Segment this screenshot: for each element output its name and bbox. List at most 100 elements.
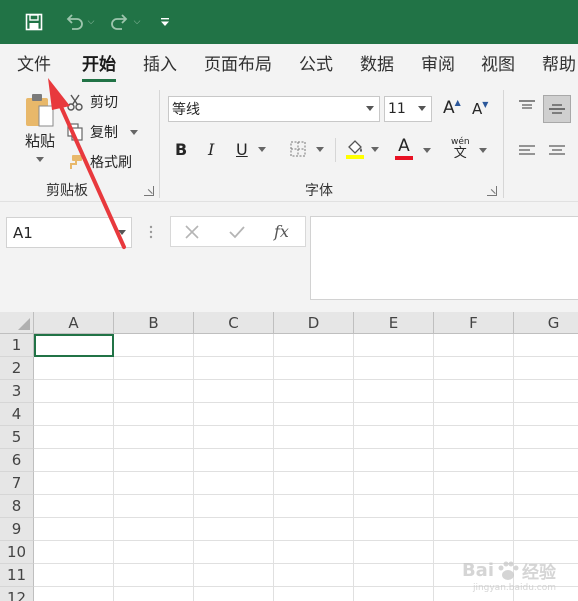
tab-page-layout[interactable]: 页面布局 — [204, 50, 272, 80]
tab-review[interactable]: 审阅 — [421, 50, 455, 80]
row-header-2[interactable]: 2 — [0, 357, 34, 380]
underline-button[interactable]: U — [236, 140, 266, 159]
cell-a7[interactable] — [34, 472, 114, 495]
name-box-dropdown-icon[interactable] — [118, 230, 126, 235]
cell-b1[interactable] — [114, 334, 194, 357]
cell-g2[interactable] — [514, 357, 578, 380]
undo-button[interactable]: ⌵ — [60, 10, 98, 34]
cell-e2[interactable] — [354, 357, 434, 380]
cancel-icon[interactable] — [185, 225, 199, 239]
cell-c11[interactable] — [194, 564, 274, 587]
cell-e11[interactable] — [354, 564, 434, 587]
formula-input[interactable] — [310, 216, 578, 300]
cell-d5[interactable] — [274, 426, 354, 449]
cell-g1[interactable] — [514, 334, 578, 357]
column-header-g[interactable]: G — [514, 312, 578, 334]
cell-b6[interactable] — [114, 449, 194, 472]
cell-c4[interactable] — [194, 403, 274, 426]
cell-d8[interactable] — [274, 495, 354, 518]
redo-dropdown-icon[interactable]: ⌵ — [134, 17, 141, 27]
cell-a3[interactable] — [34, 380, 114, 403]
column-header-d[interactable]: D — [274, 312, 354, 334]
undo-dropdown-icon[interactable]: ⌵ — [88, 17, 95, 27]
cell-e4[interactable] — [354, 403, 434, 426]
underline-dropdown-icon[interactable] — [257, 147, 266, 152]
row-header-3[interactable]: 3 — [0, 380, 34, 403]
cell-a4[interactable] — [34, 403, 114, 426]
column-header-f[interactable]: F — [434, 312, 514, 334]
save-button[interactable] — [22, 10, 46, 34]
cell-f5[interactable] — [434, 426, 514, 449]
row-header-9[interactable]: 9 — [0, 518, 34, 541]
font-size-dropdown-icon[interactable] — [418, 106, 426, 111]
cell-d11[interactable] — [274, 564, 354, 587]
clipboard-launcher-icon[interactable] — [144, 186, 154, 196]
column-header-c[interactable]: C — [194, 312, 274, 334]
cell-e7[interactable] — [354, 472, 434, 495]
cell-b9[interactable] — [114, 518, 194, 541]
cell-a12[interactable] — [34, 587, 114, 601]
cell-e9[interactable] — [354, 518, 434, 541]
cell-g6[interactable] — [514, 449, 578, 472]
cell-d7[interactable] — [274, 472, 354, 495]
cell-c9[interactable] — [194, 518, 274, 541]
cell-d6[interactable] — [274, 449, 354, 472]
cell-a8[interactable] — [34, 495, 114, 518]
copy-dropdown-icon[interactable] — [130, 129, 138, 135]
tab-formulas[interactable]: 公式 — [299, 50, 333, 80]
cell-e6[interactable] — [354, 449, 434, 472]
cell-a10[interactable] — [34, 541, 114, 564]
column-header-b[interactable]: B — [114, 312, 194, 334]
cell-f6[interactable] — [434, 449, 514, 472]
insert-function-button[interactable]: fx — [274, 222, 289, 241]
enter-icon[interactable] — [229, 225, 245, 239]
borders-dropdown-icon[interactable] — [316, 146, 324, 152]
fill-color-button[interactable] — [345, 138, 379, 160]
format-painter-button[interactable]: 格式刷 — [66, 152, 132, 172]
cell-f2[interactable] — [434, 357, 514, 380]
tab-home[interactable]: 开始 — [82, 50, 116, 82]
tab-help[interactable]: 帮助 — [542, 50, 576, 80]
align-left-button[interactable] — [516, 140, 538, 162]
cell-b10[interactable] — [114, 541, 194, 564]
middle-align-button[interactable] — [543, 95, 571, 123]
top-align-button[interactable] — [516, 96, 538, 118]
cell-a1[interactable] — [34, 334, 114, 357]
phonetic-dropdown-icon[interactable] — [479, 148, 487, 153]
cell-g7[interactable] — [514, 472, 578, 495]
cell-d2[interactable] — [274, 357, 354, 380]
row-header-8[interactable]: 8 — [0, 495, 34, 518]
cell-f8[interactable] — [434, 495, 514, 518]
font-size-select[interactable]: 11 — [384, 96, 432, 122]
row-header-5[interactable]: 5 — [0, 426, 34, 449]
cell-d10[interactable] — [274, 541, 354, 564]
font-launcher-icon[interactable] — [487, 186, 497, 196]
cell-a11[interactable] — [34, 564, 114, 587]
row-header-10[interactable]: 10 — [0, 541, 34, 564]
cell-e1[interactable] — [354, 334, 434, 357]
font-name-dropdown-icon[interactable] — [366, 106, 374, 111]
splitter-dots-icon[interactable] — [149, 224, 153, 240]
cell-a9[interactable] — [34, 518, 114, 541]
cell-f9[interactable] — [434, 518, 514, 541]
phonetic-guide-button[interactable]: wén 文 — [451, 137, 470, 161]
cell-g9[interactable] — [514, 518, 578, 541]
cell-d9[interactable] — [274, 518, 354, 541]
bold-button[interactable]: B — [175, 140, 187, 159]
tab-view[interactable]: 视图 — [481, 50, 515, 80]
cell-e8[interactable] — [354, 495, 434, 518]
cell-e10[interactable] — [354, 541, 434, 564]
row-header-11[interactable]: 11 — [0, 564, 34, 587]
redo-button[interactable]: ⌵ — [106, 10, 144, 34]
decrease-font-size-button[interactable]: A ▼ — [472, 100, 488, 118]
cell-g3[interactable] — [514, 380, 578, 403]
cell-c2[interactable] — [194, 357, 274, 380]
cell-f4[interactable] — [434, 403, 514, 426]
cell-c8[interactable] — [194, 495, 274, 518]
cell-c10[interactable] — [194, 541, 274, 564]
cell-a6[interactable] — [34, 449, 114, 472]
row-header-12[interactable]: 12 — [0, 587, 34, 601]
cell-c5[interactable] — [194, 426, 274, 449]
cell-b7[interactable] — [114, 472, 194, 495]
cell-g5[interactable] — [514, 426, 578, 449]
